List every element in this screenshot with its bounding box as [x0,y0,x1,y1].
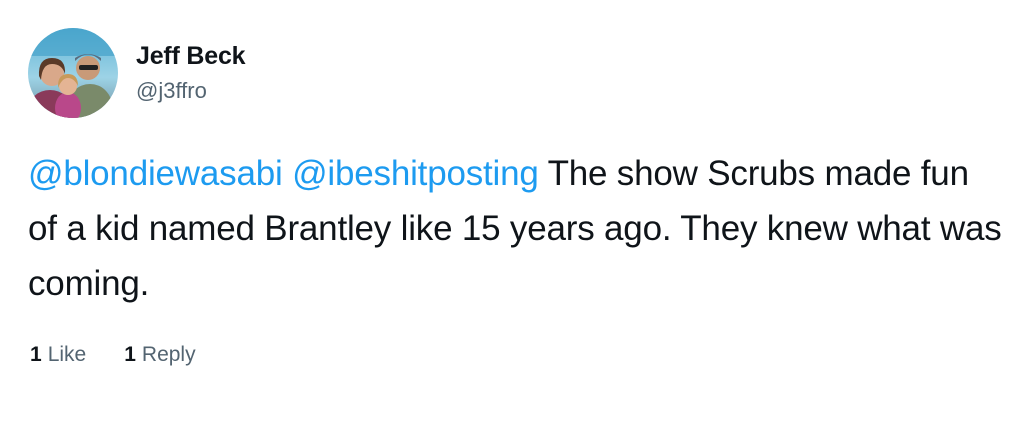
user-names: Jeff Beck @j3ffro [136,41,246,105]
avatar[interactable] [28,28,118,118]
tweet-header: Jeff Beck @j3ffro [28,28,246,118]
likes-label: Like [47,343,87,366]
tweet-card: Jeff Beck @j3ffro @blondiewasabi @ibeshi… [0,0,1019,429]
tweet-stats: 1 Like 1 Reply [30,341,234,369]
display-name[interactable]: Jeff Beck [136,41,246,71]
replies-stat[interactable]: 1 Reply [124,341,195,369]
replies-label: Reply [141,343,196,366]
likes-count: 1 [30,343,42,366]
user-handle[interactable]: @j3ffro [136,77,245,105]
replies-count: 1 [124,343,136,366]
mention-link[interactable]: @ibeshitposting [292,154,539,193]
tweet-text: @blondiewasabi @ibeshitposting The show … [28,146,1003,311]
avatar-photo-icon [28,28,118,118]
likes-stat[interactable]: 1 Like [30,341,86,369]
mention-link[interactable]: @blondiewasabi [28,154,283,193]
